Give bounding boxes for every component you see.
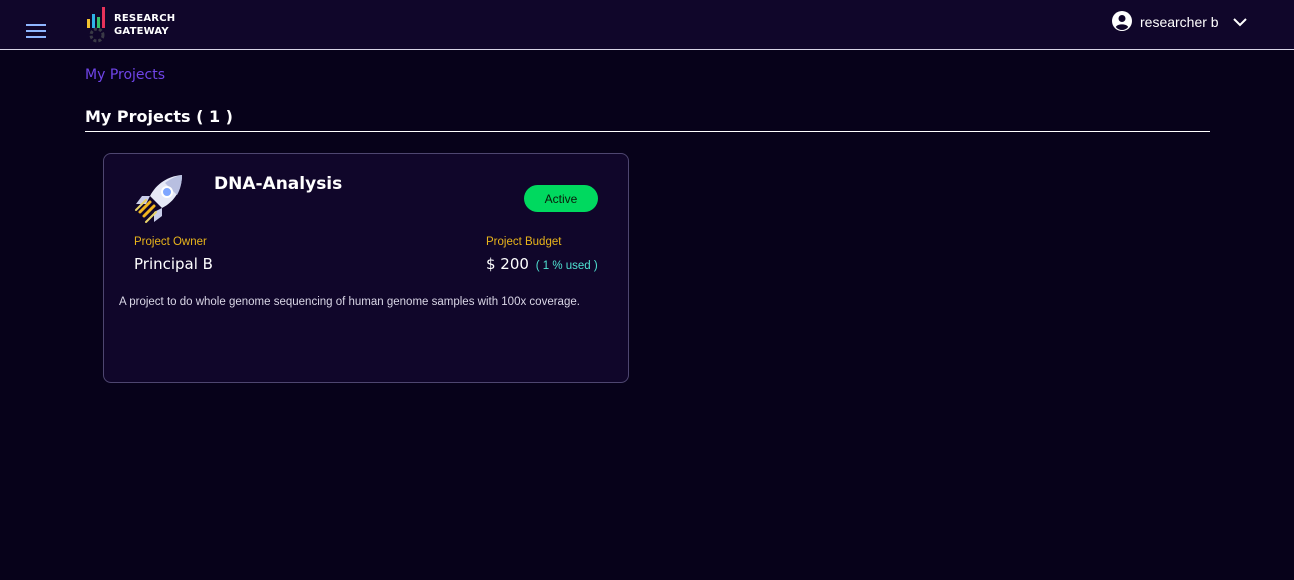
project-description: A project to do whole genome sequencing … xyxy=(119,296,580,308)
logo-text: RESEARCH GATEWAY xyxy=(114,12,175,38)
project-owner-value: Principal B xyxy=(134,255,213,273)
account-circle-icon xyxy=(1112,11,1132,31)
top-navbar: RESEARCH GATEWAY researcher b xyxy=(0,0,1294,50)
rocket-icon xyxy=(135,175,182,223)
chevron-down-icon[interactable] xyxy=(1232,16,1248,28)
logo-line-2: GATEWAY xyxy=(114,26,169,37)
status-badge: Active xyxy=(524,185,598,212)
section-divider xyxy=(85,131,1210,132)
logo-chart-icon xyxy=(87,7,105,43)
research-gateway-logo[interactable]: RESEARCH GATEWAY xyxy=(86,7,186,43)
logo-line-1: RESEARCH xyxy=(114,13,176,24)
user-name: researcher b xyxy=(1140,14,1219,30)
hamburger-menu-icon[interactable] xyxy=(26,24,46,38)
project-name[interactable]: DNA-Analysis xyxy=(214,174,342,194)
project-owner-label: Project Owner xyxy=(134,236,207,248)
budget-used: ( 1 % used ) xyxy=(535,260,598,272)
breadcrumb[interactable]: My Projects xyxy=(85,67,165,83)
project-budget-label: Project Budget xyxy=(486,236,562,248)
project-budget-value: $ 200 ( 1 % used ) xyxy=(486,255,598,273)
page-title: My Projects ( 1 ) xyxy=(85,107,233,126)
budget-amount: $ 200 xyxy=(486,255,529,273)
project-card[interactable]: DNA-Analysis Active Project Owner Princi… xyxy=(103,153,629,383)
user-menu[interactable]: researcher b xyxy=(1110,10,1260,38)
